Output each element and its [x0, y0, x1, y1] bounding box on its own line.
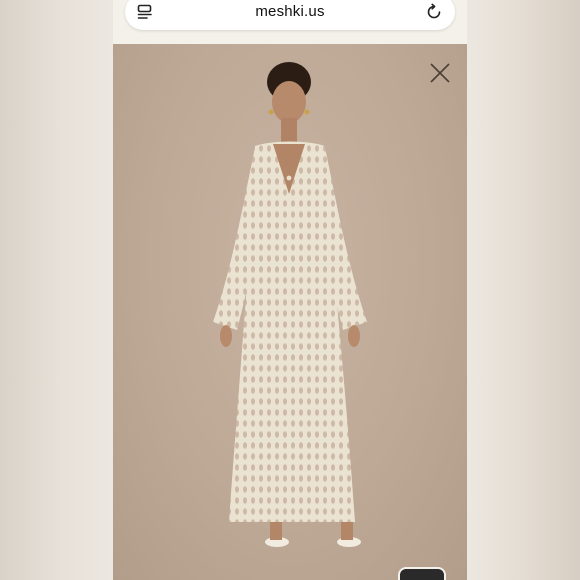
earring-right [304, 109, 310, 115]
model-figure [213, 62, 367, 547]
phone-screen: meshki.us [113, 0, 467, 580]
right-foot [341, 522, 353, 540]
bottom-toolbar-button[interactable] [398, 567, 446, 580]
close-icon[interactable] [429, 62, 451, 84]
left-hand [220, 325, 232, 347]
neck-tie [286, 175, 292, 181]
reload-icon[interactable] [425, 3, 443, 21]
right-hand [348, 325, 360, 347]
neck [281, 118, 297, 144]
url-text[interactable]: meshki.us [125, 3, 455, 20]
address-bar[interactable]: meshki.us [125, 0, 455, 30]
product-image [113, 44, 467, 580]
left-foot [270, 522, 282, 540]
face [272, 81, 306, 123]
earring-left [268, 109, 274, 115]
